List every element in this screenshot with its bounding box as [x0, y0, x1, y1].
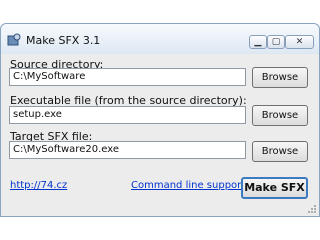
resize-grip-icon[interactable]: [307, 204, 317, 214]
close-button[interactable]: ✕: [285, 35, 314, 49]
executable-browse-button[interactable]: Browse: [252, 105, 308, 126]
title-bar[interactable]: Make SFX 3.1 ▁ ▢ ✕: [1, 24, 319, 54]
maximize-button[interactable]: ▢: [267, 35, 285, 49]
target-sfx-input[interactable]: C:\MySoftware20.exe: [9, 141, 246, 159]
close-icon: ✕: [295, 37, 304, 47]
source-browse-button[interactable]: Browse: [252, 67, 308, 88]
command-line-support-link[interactable]: Command line support: [131, 180, 245, 191]
target-browse-button[interactable]: Browse: [252, 141, 308, 162]
window-title: Make SFX 3.1: [26, 34, 101, 47]
executable-file-input[interactable]: setup.exe: [9, 106, 246, 124]
website-link[interactable]: http://74.cz: [10, 180, 67, 191]
maximize-icon: ▢: [271, 37, 281, 47]
make-sfx-button[interactable]: Make SFX: [241, 177, 308, 199]
make-sfx-window: Make SFX 3.1 ▁ ▢ ✕ Source directory: C:\…: [0, 23, 320, 217]
source-directory-input[interactable]: C:\MySoftware: [9, 68, 246, 86]
minimize-icon: ▁: [254, 37, 262, 47]
app-icon: [7, 33, 21, 46]
minimize-button[interactable]: ▁: [249, 35, 267, 49]
